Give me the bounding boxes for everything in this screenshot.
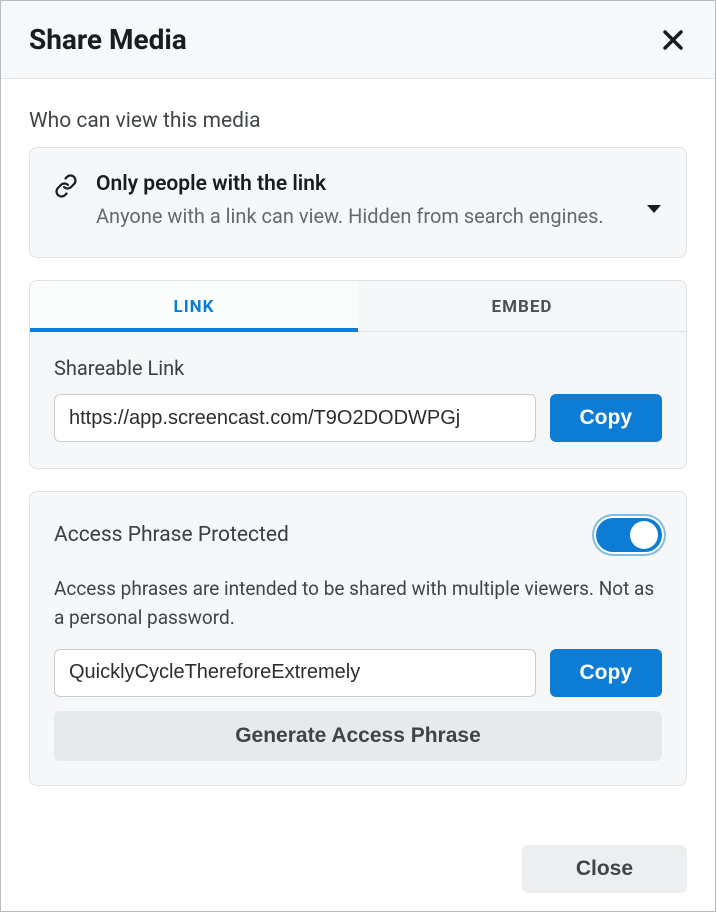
shareable-link-input[interactable] <box>54 394 536 442</box>
close-button[interactable]: Close <box>522 845 687 893</box>
shareable-link-label: Shareable Link <box>54 356 662 380</box>
share-media-dialog: Share Media Who can view this media Only… <box>0 0 716 912</box>
dialog-footer: Close <box>1 845 715 911</box>
shareable-link-row: Copy <box>54 394 662 442</box>
tab-row: LINK EMBED <box>30 281 686 332</box>
access-phrase-toggle[interactable] <box>596 518 662 552</box>
dialog-title: Share Media <box>29 23 187 56</box>
share-tabs-card: LINK EMBED Shareable Link Copy <box>29 280 687 469</box>
visibility-label: Who can view this media <box>29 109 687 133</box>
access-phrase-header: Access Phrase Protected <box>54 518 662 552</box>
tab-embed[interactable]: EMBED <box>358 281 686 332</box>
visibility-option-desc: Anyone with a link can view. Hidden from… <box>96 202 628 231</box>
link-tab-content: Shareable Link Copy <box>30 332 686 468</box>
visibility-section: Who can view this media Only people with… <box>29 109 687 258</box>
dialog-header: Share Media <box>1 1 715 79</box>
visibility-option-title: Only people with the link <box>96 172 628 196</box>
copy-link-button[interactable]: Copy <box>550 394 663 442</box>
generate-phrase-button[interactable]: Generate Access Phrase <box>54 711 662 761</box>
close-icon[interactable] <box>659 26 687 54</box>
copy-phrase-button[interactable]: Copy <box>550 649 663 697</box>
toggle-knob <box>630 521 658 549</box>
dialog-body: Who can view this media Only people with… <box>1 79 715 845</box>
access-phrase-card: Access Phrase Protected Access phrases a… <box>29 491 687 786</box>
access-phrase-input[interactable] <box>54 649 536 697</box>
access-phrase-title: Access Phrase Protected <box>54 523 289 547</box>
visibility-selector[interactable]: Only people with the link Anyone with a … <box>29 147 687 258</box>
access-phrase-row: Copy <box>54 649 662 697</box>
access-phrase-desc: Access phrases are intended to be shared… <box>54 574 662 633</box>
visibility-text: Only people with the link Anyone with a … <box>96 172 628 231</box>
tab-link[interactable]: LINK <box>30 281 358 332</box>
chevron-down-icon <box>646 200 662 219</box>
link-icon <box>54 174 78 202</box>
